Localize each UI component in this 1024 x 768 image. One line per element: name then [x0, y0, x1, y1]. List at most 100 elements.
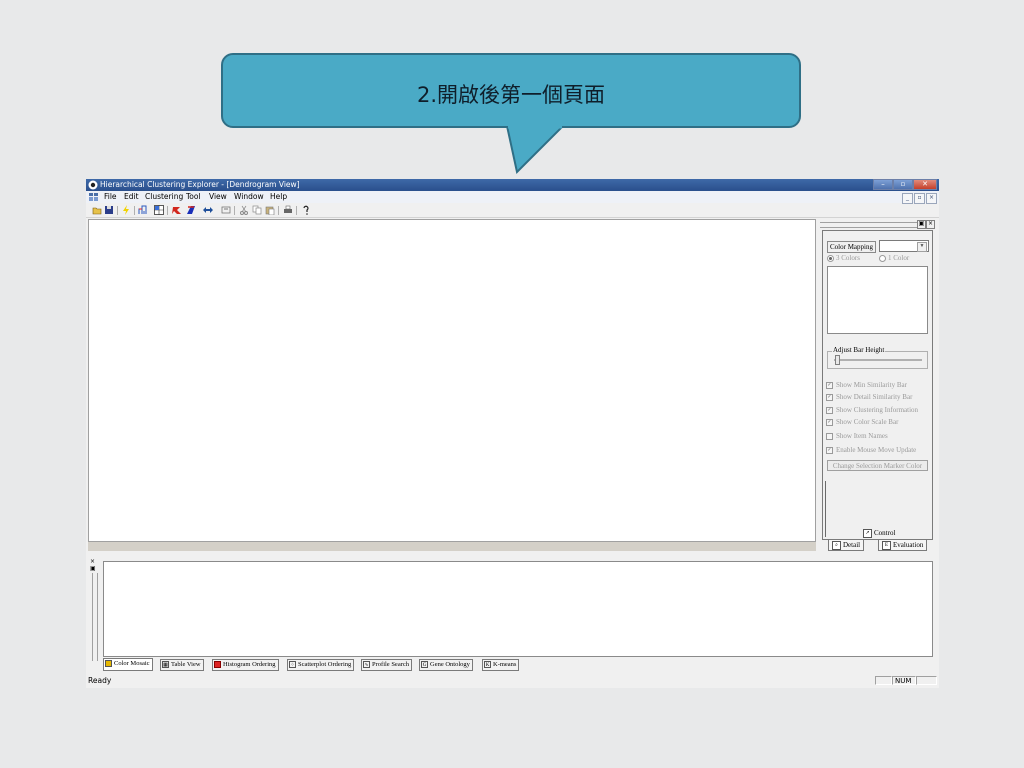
- dendrogram-canvas[interactable]: [88, 219, 816, 542]
- control-panel-body: Color Mapping ▼ 3 Colors 1 Color Adjust …: [822, 230, 933, 540]
- panel-close-button[interactable]: ×: [926, 220, 935, 229]
- checkbox-box: ✓: [826, 406, 833, 414]
- toolbar-separator: [117, 206, 118, 215]
- red-arrow-icon[interactable]: [172, 205, 182, 215]
- tab-table-view[interactable]: ▦ Table View: [160, 659, 204, 671]
- mdi-controls: _ ▫ ×: [901, 193, 937, 204]
- status-bar: Ready NUM: [86, 675, 939, 687]
- tab-profile-search[interactable]: ∿ Profile Search: [361, 659, 413, 671]
- callout-bubble: 2.開啟後第一個頁面: [221, 53, 801, 128]
- checkbox-box: ✓: [826, 418, 833, 426]
- tab-gene-ontology[interactable]: G Gene Ontology: [419, 659, 473, 671]
- checkbox-label: Enable Mouse Move Update: [836, 446, 917, 454]
- checkbox-mouse-move-update[interactable]: ✓ Enable Mouse Move Update: [826, 446, 916, 454]
- adjust-bar-height-group: Adjust Bar Height: [827, 346, 928, 369]
- toolbar-separator: [167, 206, 168, 215]
- radio-dot: [827, 254, 834, 262]
- color-mapping-label[interactable]: Color Mapping: [827, 241, 876, 253]
- minimize-button[interactable]: –: [873, 179, 893, 190]
- toolbar-separator: [134, 206, 135, 215]
- blue-arrow-icon[interactable]: [186, 205, 196, 215]
- menu-clustering[interactable]: Clustering: [145, 192, 183, 201]
- bar-height-slider-track[interactable]: [834, 359, 922, 361]
- lightning-icon[interactable]: [121, 205, 131, 215]
- tab-detail-label: Detail: [843, 541, 861, 549]
- tab-label: Color Mosaic: [114, 660, 150, 667]
- mdi-restore-button[interactable]: ▫: [914, 193, 925, 204]
- bar-height-slider-thumb[interactable]: [835, 355, 840, 365]
- panel-grip[interactable]: [820, 222, 920, 228]
- menu-file[interactable]: File: [104, 192, 117, 201]
- k-icon: K: [484, 661, 491, 669]
- control-panel: ▣ × Color Mapping ▼ 3 Colors 1 Color Adju…: [818, 219, 935, 551]
- close-button[interactable]: ✕: [913, 179, 937, 190]
- menu-tool[interactable]: Tool: [186, 192, 201, 201]
- filter-icon[interactable]: [221, 205, 231, 215]
- control-icon: ↗: [863, 529, 872, 538]
- eye-icon: [88, 180, 98, 190]
- menu-view[interactable]: View: [209, 192, 227, 201]
- print-icon[interactable]: [283, 205, 293, 215]
- checkbox-min-similarity-bar[interactable]: ✓ Show Min Similarity Bar: [826, 381, 907, 389]
- checkbox-color-scale-bar[interactable]: ✓ Show Color Scale Bar: [826, 418, 898, 426]
- detail-icon: ⌕: [832, 540, 841, 550]
- checkbox-item-names[interactable]: Show Item Names: [826, 432, 888, 440]
- radio-1-color-label: 1 Color: [888, 254, 910, 262]
- checkbox-label: Show Color Scale Bar: [836, 418, 899, 426]
- swap-icon[interactable]: [203, 205, 213, 215]
- toolbar-separator: [234, 206, 235, 215]
- checkbox-label: Show Min Similarity Bar: [836, 381, 907, 389]
- menu-edit[interactable]: Edit: [124, 192, 139, 201]
- checkbox-box: ✓: [826, 381, 833, 389]
- mdi-close-button[interactable]: ×: [926, 193, 937, 204]
- status-pane-empty: [875, 676, 892, 685]
- change-selection-marker-color-button[interactable]: Change Selection Marker Color: [827, 460, 928, 471]
- dock-grip[interactable]: [92, 573, 98, 661]
- checkbox-box: [826, 432, 833, 440]
- tab-evaluation[interactable]: E Evaluation: [878, 539, 928, 551]
- radio-1-color[interactable]: 1 Color: [879, 254, 909, 262]
- tab-k-means[interactable]: K K-means: [482, 659, 520, 671]
- tab-scatterplot-ordering[interactable]: ⁘ Scatterplot Ordering: [287, 659, 355, 671]
- panel-float-button[interactable]: ▣: [917, 220, 926, 229]
- num-lock-indicator: NUM: [892, 676, 916, 685]
- paste-icon[interactable]: [265, 205, 275, 215]
- checkbox-label: Show Clustering Information: [836, 406, 919, 414]
- histogram-icon: [214, 661, 221, 669]
- control-tab-label[interactable]: ↗ Control: [863, 529, 895, 538]
- color-mapping-select[interactable]: ▼: [879, 240, 929, 252]
- panel-divider: [825, 481, 826, 537]
- checkbox-box: ✓: [826, 393, 833, 401]
- chevron-down-icon[interactable]: ▼: [917, 242, 927, 252]
- cut-icon[interactable]: [239, 205, 249, 215]
- menu-help[interactable]: Help: [270, 192, 287, 201]
- checkbox-clustering-information[interactable]: ✓ Show Clustering Information: [826, 406, 918, 414]
- dock-close-button[interactable]: × ▣: [90, 558, 97, 572]
- tab-label: Table View: [171, 661, 201, 668]
- checkbox-detail-similarity-bar[interactable]: ✓ Show Detail Similarity Bar: [826, 393, 912, 401]
- help-icon[interactable]: [301, 205, 311, 215]
- maximize-button[interactable]: ▫: [893, 179, 913, 190]
- tab-evaluation-label: Evaluation: [893, 541, 924, 549]
- tab-histogram-ordering[interactable]: Histogram Ordering: [212, 659, 279, 671]
- tab-color-mosaic[interactable]: Color Mosaic: [103, 658, 153, 671]
- open-folder-icon[interactable]: [92, 205, 102, 215]
- radio-3-colors[interactable]: 3 Colors: [827, 254, 860, 262]
- tab-detail[interactable]: ⌕ Detail: [828, 539, 865, 551]
- copy-icon[interactable]: [252, 205, 262, 215]
- mdi-minimize-button[interactable]: _: [902, 193, 913, 204]
- horizontal-scrollbar[interactable]: [88, 542, 816, 551]
- radio-3-colors-label: 3 Colors: [836, 254, 860, 262]
- tab-label: Gene Ontology: [430, 661, 470, 668]
- title-bar[interactable]: Hierarchical Clustering Explorer - [Dend…: [86, 179, 939, 191]
- dendrogram-icon[interactable]: [138, 205, 148, 215]
- checkbox-box: ✓: [826, 446, 833, 454]
- app-menu-icon[interactable]: [89, 193, 98, 201]
- evaluation-icon: E: [882, 540, 891, 550]
- color-mosaic-view[interactable]: [103, 561, 933, 657]
- g-icon: G: [421, 661, 428, 669]
- menu-window[interactable]: Window: [234, 192, 264, 201]
- menu-bar: File Edit Clustering Tool View Window He…: [86, 191, 939, 203]
- save-icon[interactable]: [104, 205, 114, 215]
- grid-icon[interactable]: [154, 205, 164, 215]
